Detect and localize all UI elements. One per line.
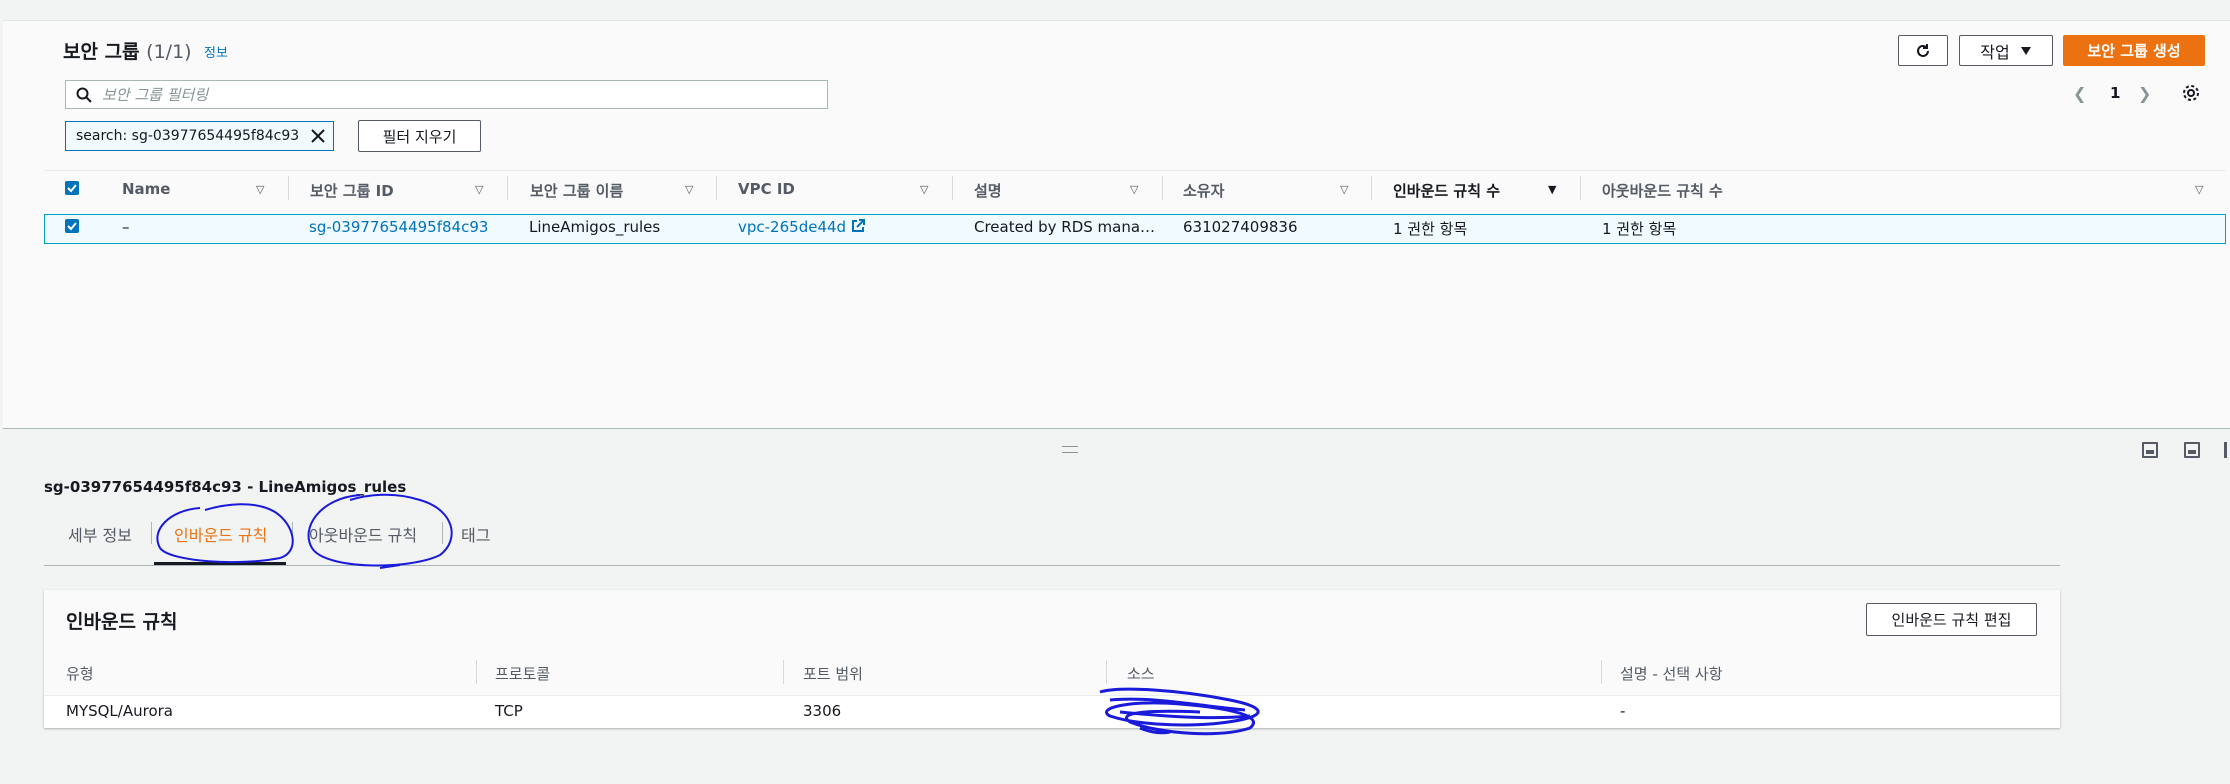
column-divider[interactable] — [476, 660, 477, 684]
rule-header-divider — [44, 695, 2060, 696]
column-divider[interactable] — [1601, 660, 1602, 684]
tab-inbound-rules[interactable]: 인바운드 규칙 — [174, 522, 267, 546]
column-divider[interactable] — [952, 176, 953, 200]
column-divider[interactable] — [1580, 176, 1581, 200]
caret-down-icon — [2020, 46, 2031, 55]
create-security-group-button[interactable]: 보안 그룹 생성 — [2063, 35, 2205, 66]
column-header-outbound-count[interactable]: 아웃바운드 규칙 수 — [1602, 180, 1723, 201]
column-divider[interactable] — [783, 660, 784, 684]
column-header-group-name[interactable]: 보안 그룹 이름 — [530, 180, 623, 201]
detail-title: sg-03977654495f84c93 - LineAmigos_rules — [44, 478, 407, 496]
active-tab-indicator — [154, 562, 286, 565]
clear-filters-button[interactable]: 필터 지우기 — [358, 120, 481, 152]
actions-dropdown[interactable]: 작업 — [1959, 35, 2053, 66]
filter-token: search: sg-03977654495f84c93 — [65, 121, 335, 151]
sort-icon[interactable]: ▽ — [1130, 183, 1138, 196]
inbound-rules-header — [44, 590, 2060, 695]
rule-cell-description: - — [1620, 702, 1626, 720]
cell-description: Created by RDS mana… — [974, 218, 1156, 236]
refresh-button[interactable] — [1898, 35, 1948, 66]
sort-icon[interactable]: ▽ — [2195, 183, 2203, 196]
rule-column-description: 설명 - 선택 사항 — [1620, 665, 1723, 683]
panel-splitter[interactable] — [3, 428, 2230, 429]
refresh-icon — [1917, 43, 1929, 57]
sort-icon[interactable]: ▽ — [920, 183, 928, 196]
tab-separator — [292, 522, 293, 544]
panel-layout-edge-icon[interactable] — [2224, 442, 2227, 458]
search-icon — [76, 87, 92, 103]
panel-layout-icon[interactable] — [2142, 442, 2158, 458]
rule-cell-port-range: 3306 — [803, 702, 842, 720]
next-page-icon[interactable]: ❯ — [2138, 84, 2151, 103]
column-divider[interactable] — [1106, 660, 1107, 684]
panel-layout-side-icon[interactable] — [2184, 442, 2200, 458]
column-divider[interactable] — [716, 176, 717, 200]
column-header-owner[interactable]: 소유자 — [1183, 180, 1224, 201]
cell-vpc-id-link[interactable]: vpc-265de44d — [738, 218, 865, 236]
column-divider[interactable] — [1162, 176, 1163, 200]
inbound-rules-title: 인바운드 규칙 — [66, 611, 178, 633]
cell-group-id-link[interactable]: sg-03977654495f84c93 — [309, 218, 488, 236]
column-header-description[interactable]: 설명 — [974, 180, 1002, 201]
table-header-divider — [44, 170, 2226, 171]
edit-inbound-rules-button[interactable]: 인바운드 규칙 편집 — [1866, 603, 2037, 636]
external-link-icon — [851, 219, 865, 232]
rule-cell-type: MYSQL/Aurora — [66, 702, 173, 720]
cell-owner: 631027409836 — [1183, 218, 1298, 236]
sort-icon[interactable]: ▽ — [685, 183, 693, 196]
cell-outbound-count: 1 권한 항목 — [1602, 220, 1677, 238]
tab-outbound-rules[interactable]: 아웃바운드 규칙 — [309, 522, 417, 546]
info-link[interactable]: 정보 — [204, 42, 228, 61]
column-header-inbound-count[interactable]: 인바운드 규칙 수 — [1393, 180, 1500, 201]
tab-tags[interactable]: 태그 — [461, 522, 490, 546]
row-checkbox[interactable] — [65, 219, 79, 233]
rule-column-source: 소스 — [1127, 665, 1155, 683]
tab-separator — [442, 522, 443, 544]
rule-column-port-range: 포트 범위 — [803, 665, 863, 683]
previous-page-icon[interactable]: ❮ — [2073, 84, 2086, 103]
sort-icon[interactable]: ▽ — [1340, 183, 1348, 196]
cell-inbound-count: 1 권한 항목 — [1393, 220, 1468, 238]
tabs-baseline — [44, 565, 2060, 566]
drag-handle-icon[interactable] — [1062, 446, 1078, 453]
gear-icon[interactable] — [2182, 84, 2200, 102]
column-header-name[interactable]: Name — [122, 180, 170, 198]
cell-name: – — [122, 218, 130, 236]
tab-details[interactable]: 세부 정보 — [68, 522, 132, 546]
search-input[interactable] — [100, 85, 804, 105]
column-divider[interactable] — [507, 176, 508, 200]
page-number[interactable]: 1 — [2110, 84, 2120, 102]
close-icon[interactable] — [311, 129, 325, 143]
column-header-vpc-id[interactable]: VPC ID — [738, 180, 795, 198]
sort-icon[interactable]: ▽ — [256, 183, 264, 196]
cell-group-name: LineAmigos_rules — [529, 218, 661, 236]
search-field[interactable] — [65, 80, 828, 109]
rule-column-protocol: 프로토콜 — [495, 665, 551, 683]
actions-label: 작업 — [1980, 42, 2010, 62]
sort-icon[interactable]: ▽ — [475, 183, 483, 196]
tab-separator — [151, 522, 152, 544]
page-title: 보안 그룹 (1/1) — [63, 41, 192, 63]
column-header-group-id[interactable]: 보안 그룹 ID — [310, 180, 394, 201]
filter-token-text: search: sg-03977654495f84c93 — [76, 128, 300, 144]
rule-cell-protocol: TCP — [495, 702, 523, 720]
column-divider[interactable] — [1371, 176, 1372, 200]
rule-column-type: 유형 — [66, 665, 94, 683]
column-divider[interactable] — [288, 176, 289, 200]
select-all-checkbox[interactable] — [65, 181, 79, 195]
sort-descending-icon[interactable]: ▼ — [1548, 183, 1556, 196]
